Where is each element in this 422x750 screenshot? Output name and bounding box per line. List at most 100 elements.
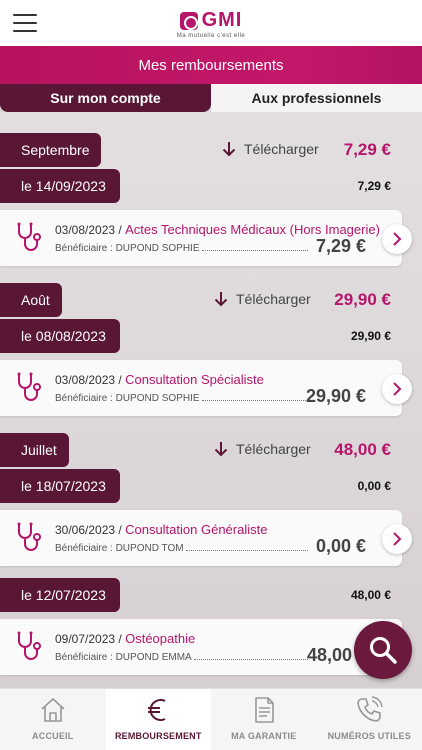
beneficiary: Bénéficiaire : DUPOND SOPHIE (55, 243, 200, 254)
document-icon (254, 697, 274, 723)
care-act: Consultation Généraliste (125, 522, 268, 537)
date-total: 0,00 € (357, 479, 391, 493)
separator: / (118, 373, 122, 387)
month-header: Août Télécharger 29,90 € (0, 283, 422, 317)
beneficiary: Bénéficiaire : DUPOND EMMA (55, 652, 192, 663)
care-act: Consultation Spécialiste (125, 372, 264, 387)
separator: / (118, 223, 122, 237)
detail-button[interactable] (382, 224, 412, 254)
nav-label: NUMÉROS UTILES (327, 731, 411, 741)
separator: / (118, 523, 122, 537)
care-date: 09/07/2023 (55, 632, 116, 646)
month-header: Juillet Télécharger 48,00 € (0, 433, 422, 467)
download-arrow-icon (214, 292, 228, 307)
month-label: Août (0, 283, 62, 317)
separator: / (118, 632, 122, 646)
stethoscope-icon (17, 631, 41, 660)
month-total: 7,29 € (343, 140, 391, 159)
date-total: 7,29 € (357, 179, 391, 193)
download-arrow-icon (222, 142, 236, 157)
dotted-leader (201, 250, 308, 251)
care-date: 30/06/2023 (55, 523, 116, 537)
nav-ma-garantie[interactable]: MA GARANTIE (211, 689, 317, 750)
reimbursement-card[interactable]: 30/06/2023 / Consultation Généraliste Bé… (0, 510, 412, 566)
card-amount: 48,00 (306, 645, 352, 665)
date-header: le 18/07/2023 0,00 € (0, 469, 422, 503)
beneficiary-line: Bénéficiaire : DUPOND SOPHIE (55, 243, 310, 254)
download-arrow-icon (214, 442, 228, 457)
stethoscope-icon (17, 372, 41, 401)
search-button[interactable] (354, 621, 412, 679)
care-date: 03/08/2023 (55, 373, 116, 387)
payment-date: le 18/07/2023 (0, 469, 120, 503)
download-label: Télécharger (236, 441, 311, 457)
detail-button[interactable] (382, 374, 412, 404)
card-amount: 0,00 € (315, 536, 366, 556)
date-total: 48,00 € (350, 588, 391, 602)
page-title: Mes remboursements (0, 46, 422, 84)
beneficiary: Bénéficiaire : DUPOND TOM (55, 543, 184, 554)
home-icon (41, 698, 65, 722)
download-label: Télécharger (244, 141, 319, 157)
nav-accueil[interactable]: ACCUEIL (0, 689, 106, 750)
search-icon (370, 637, 397, 664)
card-amount: 7,29 € (315, 236, 366, 256)
hamburger-icon[interactable] (13, 14, 37, 32)
logo: GMI Ma mutuelle c'est elle (177, 9, 246, 39)
gmi-logo-icon (179, 11, 198, 30)
tab-bar: Sur mon compte Aux professionnels (0, 84, 422, 112)
care-line: 30/06/2023 / Consultation Généraliste (55, 522, 267, 537)
beneficiary: Bénéficiaire : DUPOND SOPHIE (55, 393, 200, 404)
care-line: 03/08/2023 / Consultation Spécialiste (55, 372, 264, 387)
download-button[interactable]: Télécharger (214, 291, 311, 307)
reimbursement-list[interactable]: Septembre Télécharger 7,29 € le 14/09/20… (0, 112, 422, 688)
tab-aux-professionnels[interactable]: Aux professionnels (211, 84, 422, 112)
nav-remboursement[interactable]: REMBOURSEMENT (105, 689, 211, 750)
dotted-leader (185, 550, 308, 551)
care-act: Actes Techniques Médicaux (Hors Imagerie… (125, 222, 380, 237)
download-button[interactable]: Télécharger (222, 141, 319, 157)
nav-label: ACCUEIL (32, 731, 74, 741)
nav-label: MA GARANTIE (231, 731, 297, 741)
beneficiary-line: Bénéficiaire : DUPOND TOM (55, 543, 310, 554)
date-header: le 14/09/2023 7,29 € (0, 169, 422, 203)
reimbursement-card[interactable]: 03/08/2023 / Consultation Spécialiste Bé… (0, 360, 412, 416)
nav-label: REMBOURSEMENT (114, 731, 202, 741)
month-total: 29,90 € (334, 290, 391, 309)
reimbursement-card[interactable]: 03/08/2023 / Actes Techniques Médicaux (… (0, 210, 412, 266)
chevron-right-icon (393, 382, 402, 396)
dotted-leader (201, 400, 308, 401)
dotted-leader (193, 659, 308, 660)
month-header: Septembre Télécharger 7,29 € (0, 133, 422, 167)
month-label: Juillet (0, 433, 69, 467)
download-button[interactable]: Télécharger (214, 441, 311, 457)
detail-button[interactable] (382, 524, 412, 554)
bottom-nav: ACCUEIL REMBOURSEMENT MA GARANTIE NUMÉRO… (0, 688, 422, 750)
month-label: Septembre (0, 133, 102, 167)
euro-icon (148, 699, 166, 721)
stethoscope-icon (17, 522, 41, 551)
tab-sur-mon-compte[interactable]: Sur mon compte (0, 84, 211, 112)
reimbursement-card[interactable]: 09/07/2023 / Ostéopathie Bénéficiaire : … (0, 619, 402, 675)
download-label: Télécharger (236, 291, 311, 307)
care-act: Ostéopathie (125, 631, 196, 646)
care-line: 03/08/2023 / Actes Techniques Médicaux (… (55, 222, 380, 237)
stethoscope-icon (17, 222, 41, 251)
payment-date: le 14/09/2023 (0, 169, 120, 203)
date-total: 29,90 € (350, 329, 391, 343)
beneficiary-line: Bénéficiaire : DUPOND EMMA (55, 652, 310, 663)
beneficiary-line: Bénéficiaire : DUPOND SOPHIE (55, 393, 310, 404)
care-line: 09/07/2023 / Ostéopathie (55, 631, 195, 646)
logo-brand: GMI (201, 9, 243, 31)
date-header: le 12/07/2023 48,00 € (0, 578, 422, 612)
app-header: GMI Ma mutuelle c'est elle (0, 0, 422, 46)
care-date: 03/08/2023 (55, 223, 116, 237)
nav-numeros-utiles[interactable]: NUMÉROS UTILES (317, 689, 422, 750)
chevron-right-icon (393, 532, 402, 546)
card-amount: 29,90 € (305, 386, 366, 406)
month-total: 48,00 € (334, 440, 391, 459)
date-header: le 08/08/2023 29,90 € (0, 319, 422, 353)
chevron-right-icon (393, 232, 402, 246)
payment-date: le 08/08/2023 (0, 319, 120, 353)
phone-icon (357, 696, 383, 722)
